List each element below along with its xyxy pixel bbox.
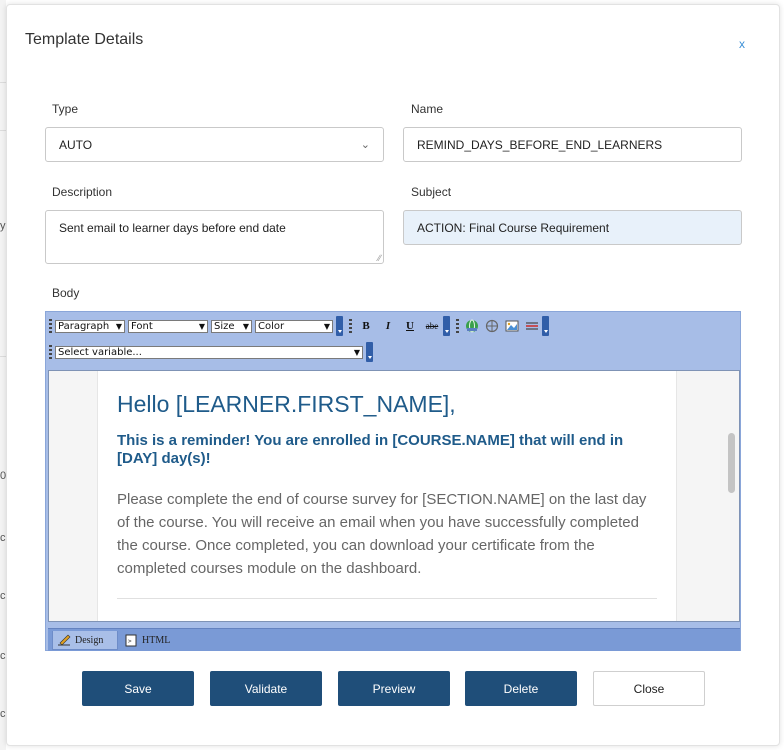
dialog-title: Template Details [25, 31, 144, 48]
body-label: Body [52, 286, 80, 300]
preview-button[interactable]: Preview [338, 671, 450, 706]
tab-html[interactable]: > HTML [120, 631, 180, 649]
italic-button[interactable]: I [377, 317, 399, 335]
toolbar-overflow-icon[interactable] [366, 342, 373, 362]
chevron-down-icon: ▼ [115, 321, 122, 331]
type-select[interactable]: AUTO ⌄ [45, 127, 384, 162]
toolbar-grip-icon[interactable] [49, 319, 52, 333]
variable-select-label: Select variable... [58, 346, 142, 358]
type-value: AUTO [59, 137, 93, 152]
bold-button[interactable]: B [355, 317, 377, 335]
subject-input[interactable]: ACTION: Final Course Requirement [403, 210, 742, 245]
background-text: c [0, 708, 6, 720]
editor-mode-tabs: Design > HTML [48, 628, 740, 651]
email-body-paragraph: Please complete the end of course survey… [117, 491, 647, 577]
type-label: Type [52, 102, 79, 116]
save-button[interactable]: Save [82, 671, 194, 706]
editor-left-margin [49, 371, 98, 621]
background-text: c [0, 532, 6, 544]
subject-value: ACTION: Final Course Requirement [417, 220, 610, 235]
name-input[interactable]: REMIND_DAYS_BEFORE_END_LEARNERS [403, 127, 742, 162]
design-pencil-icon [57, 634, 71, 647]
paragraph-select[interactable]: Paragraph ▼ [55, 319, 125, 333]
chevron-down-icon: ▼ [242, 321, 249, 331]
font-select[interactable]: Font ▼ [128, 319, 208, 333]
underline-button[interactable]: U [399, 317, 421, 335]
background-text: c [0, 590, 6, 602]
chevron-down-icon: ▼ [353, 347, 360, 357]
editor-content-area[interactable]: Hello [LEARNER.FIRST_NAME], This is a re… [48, 370, 740, 622]
toolbar-grip-icon[interactable] [49, 345, 52, 359]
html-file-icon: > [124, 634, 138, 647]
close-icon[interactable]: x [739, 37, 745, 51]
subject-label: Subject [411, 185, 452, 199]
toolbar-overflow-icon[interactable] [542, 316, 549, 336]
description-textarea[interactable]: Sent email to learner days before end da… [45, 210, 384, 264]
name-label: Name [411, 102, 444, 116]
template-details-dialog: Template Details x Type AUTO ⌄ Name REMI… [6, 4, 780, 746]
chevron-down-icon: ▼ [198, 321, 205, 331]
strikethrough-button[interactable]: abe [421, 317, 443, 335]
color-select[interactable]: Color ▼ [255, 319, 333, 333]
editor-scrollbar-thumb[interactable] [728, 433, 735, 493]
tab-design[interactable]: Design [52, 631, 118, 650]
svg-text:>: > [128, 638, 132, 645]
chevron-down-icon: ⌄ [360, 139, 370, 151]
toolbar-overflow-icon[interactable] [443, 316, 450, 336]
description-value: Sent email to learner days before end da… [59, 221, 286, 235]
size-select[interactable]: Size ▼ [211, 319, 252, 333]
link-icon[interactable] [462, 317, 482, 335]
background-text: y [0, 220, 6, 232]
validate-button[interactable]: Validate [210, 671, 322, 706]
paragraph-select-label: Paragraph [58, 320, 110, 332]
resize-grip-icon[interactable]: ∕∕ [378, 254, 381, 263]
close-button[interactable]: Close [593, 671, 705, 706]
editor-toolbar-row-1: Paragraph ▼ Font ▼ Size ▼ Color ▼ B I U abe [46, 314, 552, 338]
unlink-icon[interactable] [482, 317, 502, 335]
font-select-label: Font [131, 320, 153, 332]
toolbar-grip-icon[interactable] [456, 319, 459, 333]
background-text: c [0, 650, 6, 662]
description-label: Description [52, 185, 113, 199]
editor-toolbar-row-2: Select variable... ▼ [46, 340, 376, 364]
chevron-down-icon: ▼ [323, 321, 330, 331]
horizontal-rule-icon[interactable] [522, 317, 542, 335]
editor-right-margin [676, 371, 739, 621]
body-editor: Paragraph ▼ Font ▼ Size ▼ Color ▼ B I U abe [45, 311, 741, 651]
image-icon[interactable] [502, 317, 522, 335]
tab-html-label: HTML [142, 634, 171, 646]
size-select-label: Size [214, 320, 235, 332]
toolbar-overflow-icon[interactable] [336, 316, 343, 336]
name-value: REMIND_DAYS_BEFORE_END_LEARNERS [417, 137, 663, 152]
toolbar-grip-icon[interactable] [349, 319, 352, 333]
email-reminder-heading: This is a reminder! You are enrolled in … [117, 432, 624, 467]
email-body-document: Hello [LEARNER.FIRST_NAME], This is a re… [117, 391, 657, 599]
email-divider [117, 598, 657, 599]
color-select-label: Color [258, 320, 285, 332]
email-greeting: Hello [LEARNER.FIRST_NAME], [117, 391, 456, 417]
delete-button[interactable]: Delete [465, 671, 577, 706]
tab-design-label: Design [75, 634, 104, 646]
variable-select[interactable]: Select variable... ▼ [55, 345, 363, 359]
